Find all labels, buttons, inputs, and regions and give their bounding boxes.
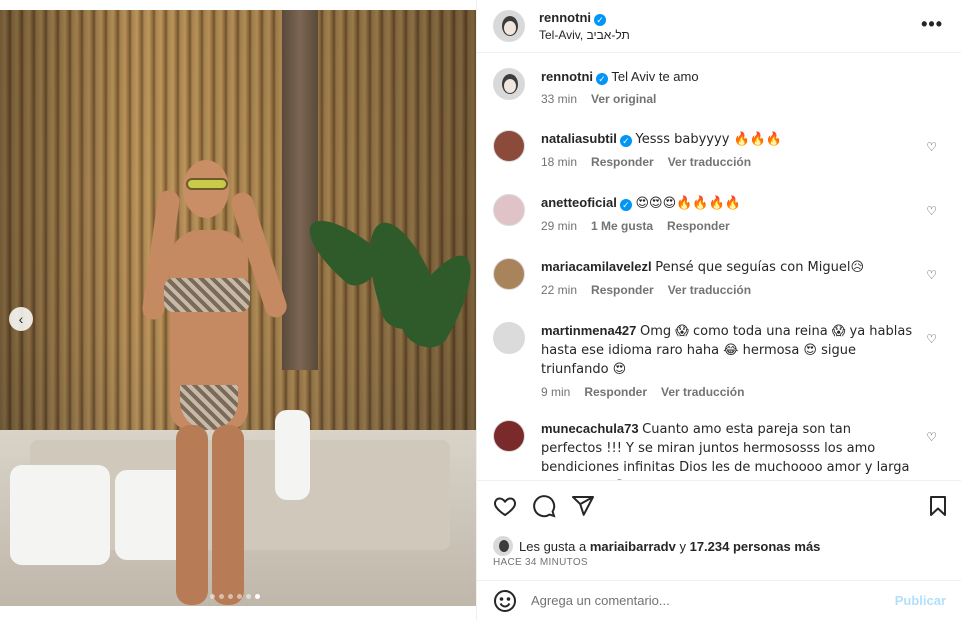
heart-icon[interactable]: ♡	[926, 430, 937, 444]
person	[141, 160, 300, 606]
add-comment-bar: Agrega un comentario... Publicar	[477, 580, 961, 620]
likes-count-button[interactable]: 1 Me gusta	[591, 219, 653, 233]
caption-time[interactable]: 33 min	[541, 92, 577, 106]
action-bar	[477, 480, 961, 530]
heart-icon[interactable]: ♡	[926, 204, 937, 218]
share-icon[interactable]	[571, 494, 595, 518]
comments-list: rennotni ✓ Tel Aviv te amo 33 min Ver orig…	[477, 54, 961, 480]
comment-time[interactable]: 9 min	[541, 385, 570, 399]
reply-button[interactable]: Responder	[667, 219, 730, 233]
comment-time[interactable]: 22 min	[541, 283, 577, 297]
verified-badge-icon: ✓	[619, 135, 632, 147]
post-username[interactable]: rennotni	[539, 10, 591, 25]
heart-icon[interactable]: ♡	[926, 140, 937, 154]
comment-item: martinmena427 Omg 😱 como toda una reina …	[493, 322, 953, 399]
likes-summary: Les gusta a mariaibarradv y 17.234 perso…	[493, 536, 820, 556]
reply-button[interactable]: Responder	[591, 155, 654, 169]
verified-badge-icon: ✓	[594, 14, 606, 26]
post-header: rennotni ✓ Tel-Aviv, תל-אביב •••	[477, 0, 961, 53]
right-leg	[212, 425, 244, 605]
post-timestamp[interactable]: HACE 34 MINUTOS	[493, 557, 588, 568]
left-leg	[176, 425, 208, 605]
avatar[interactable]	[493, 420, 525, 452]
post-location[interactable]: Tel-Aviv, תל-אביב	[539, 28, 630, 42]
avatar[interactable]	[493, 536, 513, 556]
caption-username[interactable]: rennotni	[541, 69, 593, 84]
white-bag	[10, 465, 110, 565]
carousel-dot	[237, 594, 242, 599]
carousel-dot	[255, 594, 260, 599]
comment-time[interactable]: 29 min	[541, 219, 577, 233]
carousel-prev-button[interactable]: ‹	[9, 307, 33, 331]
likes-prefix: Les gusta a	[519, 538, 587, 554]
comment-time[interactable]: 18 min	[541, 155, 577, 169]
see-translation-button[interactable]: Ver traducción	[668, 283, 751, 297]
see-translation-button[interactable]: Ver traducción	[668, 155, 751, 169]
comment-item: mariacamilavelezl Pensé que seguías con …	[493, 258, 953, 297]
comment-text: Pensé que seguías con Miguel😥	[655, 260, 865, 275]
comment-username[interactable]: anetteoficial	[541, 195, 617, 210]
comment-text: Yesss babyyyy 🔥🔥🔥	[635, 132, 783, 147]
publish-button[interactable]: Publicar	[895, 593, 946, 608]
avatar[interactable]	[493, 322, 525, 354]
see-translation-button[interactable]: Ver traducción	[661, 385, 744, 399]
caption-text: Tel Aviv te amo	[611, 69, 699, 84]
verified-badge-icon: ✓	[619, 199, 632, 211]
comment-text: 😍😍😍🔥🔥🔥🔥	[635, 196, 741, 211]
heart-icon[interactable]: ♡	[926, 268, 937, 282]
avatar[interactable]	[493, 194, 525, 226]
verified-badge-icon: ✓	[596, 73, 608, 85]
likes-user[interactable]: mariaibarradv	[590, 539, 676, 554]
comment-username[interactable]: martinmena427	[541, 323, 636, 338]
heart-icon[interactable]	[493, 494, 517, 518]
bookmark-icon[interactable]	[926, 494, 950, 518]
comment-username[interactable]: munecachula73	[541, 421, 639, 436]
likes-mid: y	[679, 538, 686, 554]
likes-count[interactable]: 17.234 personas más	[690, 539, 821, 554]
post-side-panel: rennotni ✓ Tel-Aviv, תל-אביב ••• rennotni…	[476, 0, 961, 620]
emoji-icon[interactable]	[493, 589, 517, 613]
comment-item: nataliasubtil ✓ Yesss babyyyy 🔥🔥🔥 18 min R…	[493, 130, 953, 169]
bikini-top	[164, 278, 250, 312]
comment-item: munecachula73 Cuanto amo esta pareja son…	[493, 420, 953, 480]
reply-button[interactable]: Responder	[584, 385, 647, 399]
see-original-button[interactable]: Ver original	[591, 92, 656, 106]
avatar[interactable]	[493, 10, 525, 42]
carousel-dots	[210, 594, 260, 599]
carousel-dot	[246, 594, 251, 599]
carousel-dot	[210, 594, 215, 599]
carousel-dot	[228, 594, 233, 599]
avatar[interactable]	[493, 258, 525, 290]
comment-username[interactable]: nataliasubtil	[541, 131, 617, 146]
sunglasses	[186, 178, 228, 190]
comment-input[interactable]: Agrega un comentario...	[531, 593, 670, 608]
comment-icon[interactable]	[532, 494, 556, 518]
post-photo[interactable]: ‹	[0, 10, 476, 606]
avatar[interactable]	[493, 68, 525, 100]
comment-item: anetteoficial ✓ 😍😍😍🔥🔥🔥🔥 29 min 1 Me gusta R…	[493, 194, 953, 233]
avatar[interactable]	[493, 130, 525, 162]
carousel-dot	[219, 594, 224, 599]
chevron-left-icon: ‹	[18, 311, 24, 327]
caption: rennotni ✓ Tel Aviv te amo 33 min Ver orig…	[493, 68, 953, 106]
heart-icon[interactable]: ♡	[926, 332, 937, 346]
more-horizontal-icon[interactable]: •••	[921, 14, 943, 35]
instagram-post-window: ‹ rennotni ✓ Tel-Aviv, תל-אביב ••• rennot…	[0, 0, 961, 620]
comment-username[interactable]: mariacamilavelezl	[541, 259, 652, 274]
reply-button[interactable]: Responder	[591, 283, 654, 297]
